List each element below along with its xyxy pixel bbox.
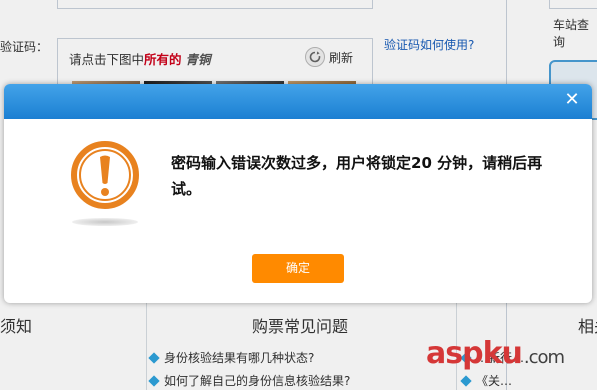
exclamation-icon [71,141,139,209]
dialog-message: 密码输入错误次数过多，用户将锁定20 分钟，请稍后再试。 [171,154,543,198]
alert-dialog: ✕ 密码输入错误次数过多，用户将锁定20 分钟，请稍后再试。 确定 [4,84,592,303]
icon-shadow [72,218,138,226]
dialog-header: ✕ [4,84,592,119]
confirm-button[interactable]: 确定 [252,254,344,283]
close-icon[interactable]: ✕ [562,90,582,110]
